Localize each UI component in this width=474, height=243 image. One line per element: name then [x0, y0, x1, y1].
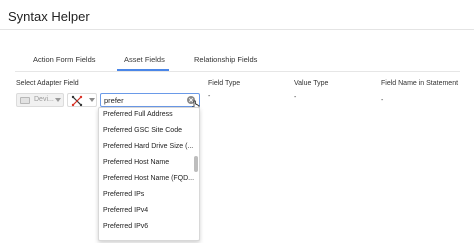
tab-action-form-fields[interactable]: Action Form Fields: [33, 55, 96, 64]
value-type-value: -: [294, 94, 297, 101]
value-type-label: Value Type: [294, 80, 329, 87]
list-item[interactable]: Preferred IPv4: [103, 207, 148, 214]
list-item[interactable]: Preferred GSC Site Code: [103, 127, 182, 134]
field-name-value: -: [381, 97, 384, 104]
dropdown-scrollbar-thumb[interactable]: [194, 156, 198, 172]
cross-arrows-icon: [71, 95, 83, 107]
adapter-select-value: Devi...: [34, 96, 54, 103]
list-item[interactable]: Preferred Full Address: [103, 111, 173, 118]
select-adapter-field-label: Select Adapter Field: [16, 80, 79, 87]
tabs-divider: [15, 71, 460, 72]
list-item[interactable]: Preferred IPs: [103, 191, 144, 198]
device-icon: [20, 97, 30, 104]
adapter-select[interactable]: Devi...: [16, 93, 64, 107]
chevron-down-icon: [55, 98, 61, 102]
field-type-label: Field Type: [208, 80, 241, 87]
field-dropdown-list[interactable]: Preferred Full Address Preferred GSC Sit…: [98, 107, 200, 241]
chevron-down-icon: [89, 98, 95, 102]
list-item[interactable]: Preferred Host Name: [103, 159, 169, 166]
list-item[interactable]: Preferred Host Name (FQD...: [103, 175, 194, 182]
dropdown-scrollbar-track[interactable]: [194, 112, 198, 236]
operator-select[interactable]: [67, 93, 97, 107]
field-search-input[interactable]: [100, 93, 200, 107]
page-title: Syntax Helper: [8, 9, 90, 24]
tab-asset-fields[interactable]: Asset Fields: [124, 55, 165, 64]
header-bar: Syntax Helper: [0, 0, 474, 30]
field-type-value: -: [208, 93, 211, 100]
list-item[interactable]: Preferred IPv6: [103, 223, 148, 230]
list-item[interactable]: Preferred Hard Drive Size (...: [103, 143, 193, 150]
tab-relationship-fields[interactable]: Relationship Fields: [194, 55, 257, 64]
field-name-label: Field Name in Statement: [381, 80, 459, 87]
